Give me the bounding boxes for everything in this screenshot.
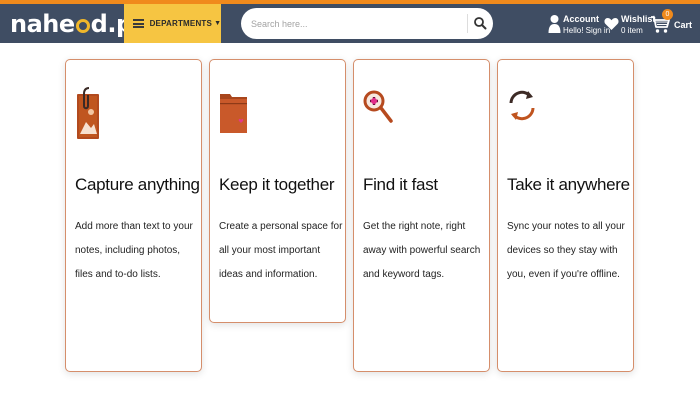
feature-card-capture: Capture anything Add more than text to y… xyxy=(65,59,202,372)
cart-label: Cart xyxy=(674,20,693,30)
feature-title: Find it fast xyxy=(363,175,438,194)
cart-count-badge: 0 xyxy=(662,9,673,20)
chevron-down-icon: ▼ xyxy=(214,20,221,27)
search-icon xyxy=(474,17,487,30)
feature-title: Keep it together xyxy=(219,175,335,194)
feature-description: Create a personal space for all your mos… xyxy=(219,221,343,280)
feature-description: Add more than text to your notes, includ… xyxy=(75,221,193,280)
feature-card-together: Keep it together Create a personal space… xyxy=(209,59,346,323)
feature-card-find: Find it fast Get the right note, right a… xyxy=(353,59,490,372)
heart-icon xyxy=(604,18,619,30)
cart-link[interactable]: 0 Cart xyxy=(650,9,696,40)
departments-label: DEPARTMENTS xyxy=(149,19,213,28)
folder-icon xyxy=(220,94,247,133)
search-bar xyxy=(241,8,493,39)
account-title: Account xyxy=(563,14,599,24)
feature-description: Sync your notes to all your devices so t… xyxy=(507,221,625,280)
photo-attachment-icon xyxy=(77,87,99,139)
feature-description: Get the right note, right away with powe… xyxy=(363,221,481,280)
feature-card-anywhere: Take it anywhere Sync your notes to all … xyxy=(497,59,634,372)
wishlist-subtitle: 0 item xyxy=(621,26,643,35)
feature-title: Take it anywhere xyxy=(507,175,630,194)
feature-title: Capture anything xyxy=(75,175,200,194)
sync-icon xyxy=(509,90,535,121)
user-icon xyxy=(548,15,561,33)
search-input[interactable] xyxy=(251,14,451,33)
magnifier-icon xyxy=(363,90,393,123)
site-header: nahed.pk DEPARTMENTS ▼ Account Hello! Si… xyxy=(0,4,700,43)
account-link[interactable]: Account Hello! Sign in xyxy=(548,14,610,40)
search-button[interactable] xyxy=(473,16,488,31)
departments-button[interactable]: DEPARTMENTS ▼ xyxy=(124,4,221,43)
logo-ring-icon xyxy=(75,19,90,33)
menu-icon xyxy=(133,19,144,28)
search-divider xyxy=(467,14,468,33)
wishlist-link[interactable]: Wishlist 0 item xyxy=(604,14,655,40)
